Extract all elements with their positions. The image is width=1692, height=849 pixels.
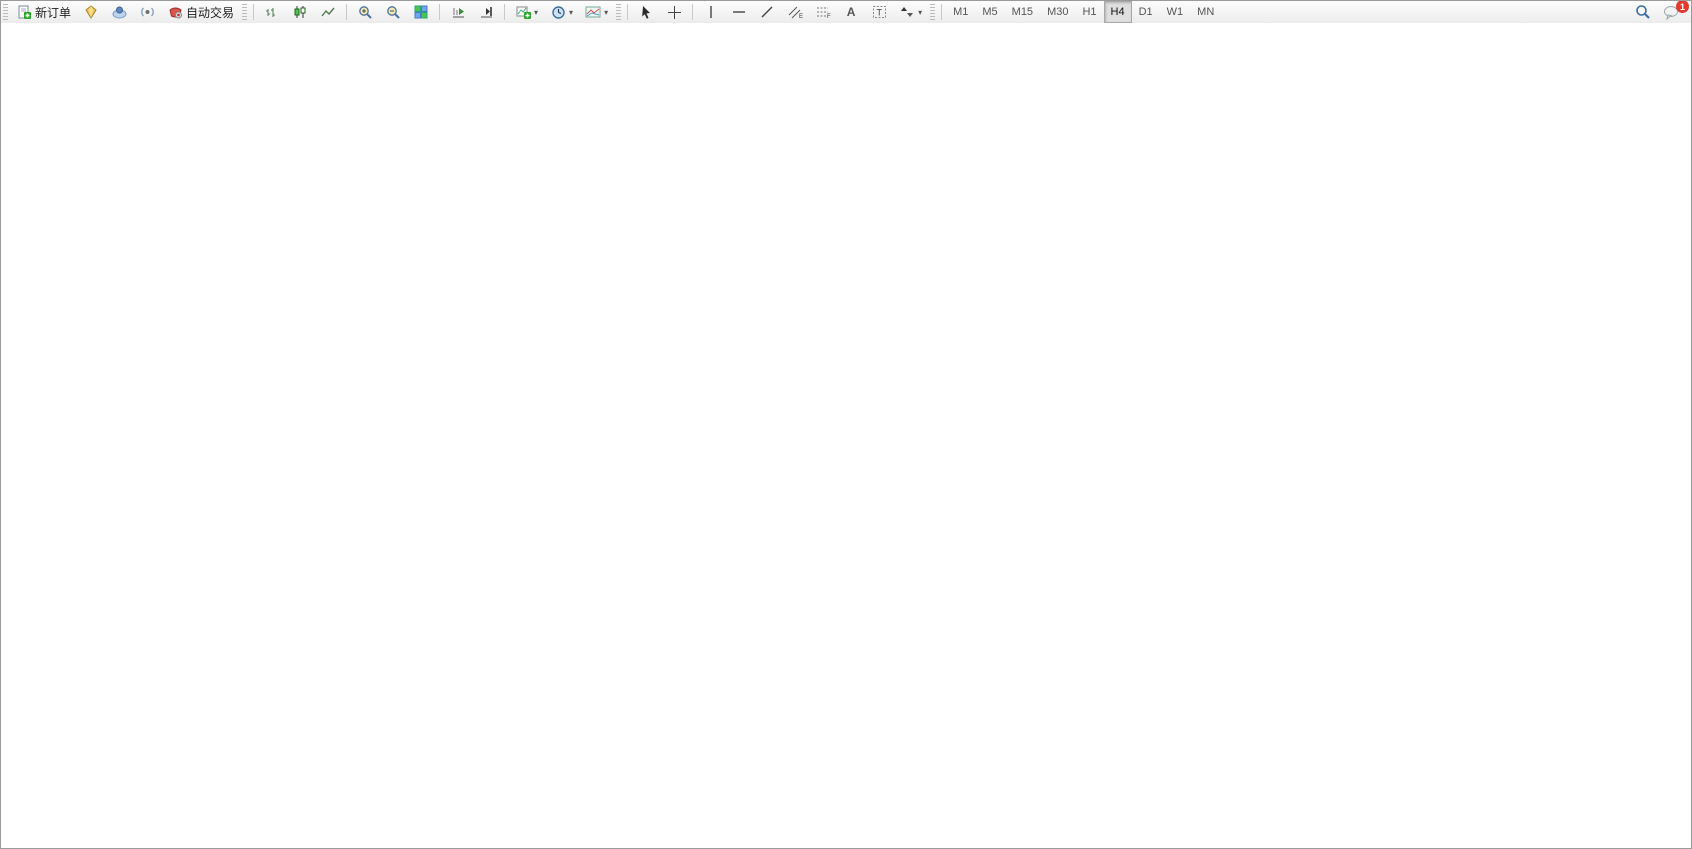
crosshair-button[interactable]	[661, 3, 687, 21]
chat-badge: 1	[1676, 0, 1689, 13]
zoom-out-icon	[385, 4, 401, 20]
cloud-person-icon	[111, 4, 127, 20]
timeframe-button-m1[interactable]: M1	[946, 1, 975, 23]
new-order-icon	[16, 4, 32, 20]
bar-chart-button[interactable]	[259, 3, 285, 21]
auto-trading-button[interactable]: 自动交易	[162, 3, 239, 21]
fibonacci-button[interactable]: F	[810, 3, 836, 21]
arrows-button[interactable]: ▾	[894, 3, 927, 21]
timeframe-button-m15[interactable]: M15	[1005, 1, 1040, 23]
indicators-icon	[515, 4, 531, 20]
dropdown-caret-icon: ▾	[918, 8, 922, 17]
clock-icon	[550, 4, 566, 20]
horizontal-line-button[interactable]	[726, 3, 752, 21]
timeframe-button-m5[interactable]: M5	[975, 1, 1004, 23]
main-toolbar: 新订单 自动交易 ▾ ▾ ▾	[1, 1, 1691, 24]
vertical-line-icon	[703, 4, 719, 20]
line-chart-button[interactable]	[315, 3, 341, 21]
trendline-icon	[759, 4, 775, 20]
zoom-out-button[interactable]	[380, 3, 406, 21]
gem-icon	[83, 4, 99, 20]
chart-shift-icon	[478, 4, 494, 20]
template-icon	[585, 4, 601, 20]
auto-scroll-icon	[450, 4, 466, 20]
auto-trading-label: 自动交易	[186, 4, 234, 21]
candlestick-icon	[292, 4, 308, 20]
timeframe-button-d1[interactable]: D1	[1132, 1, 1160, 23]
toolbar-grip[interactable]	[3, 4, 8, 20]
dropdown-caret-icon: ▾	[569, 8, 573, 17]
fibonacci-icon: F	[815, 4, 831, 20]
svg-text:E: E	[799, 14, 803, 19]
periods-button[interactable]: ▾	[545, 3, 578, 21]
cursor-button[interactable]	[633, 3, 659, 21]
chat-button[interactable]: 1	[1658, 3, 1684, 21]
timeframe-bar: M1M5M15M30H1H4D1W1MN	[946, 1, 1221, 23]
horizontal-line-icon	[731, 4, 747, 20]
tile-windows-button[interactable]	[408, 3, 434, 21]
zoom-in-button[interactable]	[352, 3, 378, 21]
text-label-icon: T	[871, 4, 887, 20]
signals-button[interactable]	[134, 3, 160, 21]
equidistant-channel-button[interactable]: E	[782, 3, 808, 21]
line-chart-icon	[320, 4, 336, 20]
timeframe-button-h1[interactable]: H1	[1075, 1, 1103, 23]
templates-button[interactable]: ▾	[580, 3, 613, 21]
cursor-arrow-icon	[638, 4, 654, 20]
arrows-icon	[899, 4, 915, 20]
timeframe-button-w1[interactable]: W1	[1160, 1, 1191, 23]
timeframe-button-m30[interactable]: M30	[1040, 1, 1075, 23]
tile-windows-icon	[413, 4, 429, 20]
search-button[interactable]	[1630, 3, 1656, 21]
candlestick-chart-button[interactable]	[287, 3, 313, 21]
terminal-window: 新订单 自动交易 ▾ ▾ ▾	[0, 0, 1692, 849]
new-order-label: 新订单	[35, 4, 71, 21]
search-icon	[1635, 4, 1651, 20]
chart-canvas[interactable]	[1, 23, 1692, 849]
text-button[interactable]: A	[838, 3, 864, 21]
chart-shift-button[interactable]	[473, 3, 499, 21]
crosshair-icon	[666, 4, 682, 20]
community-button[interactable]	[106, 3, 132, 21]
trendline-button[interactable]	[754, 3, 780, 21]
text-label-button[interactable]: T	[866, 3, 892, 21]
auto-trading-icon	[167, 4, 183, 20]
toolbar-grip[interactable]	[242, 4, 247, 20]
timeframe-button-mn[interactable]: MN	[1190, 1, 1221, 23]
toolbar-grip[interactable]	[930, 4, 935, 20]
auto-scroll-button[interactable]	[445, 3, 471, 21]
toolbar-grip[interactable]	[616, 4, 621, 20]
bar-chart-icon	[264, 4, 280, 20]
dropdown-caret-icon: ▾	[534, 8, 538, 17]
mql5-market-button[interactable]	[78, 3, 104, 21]
dropdown-caret-icon: ▾	[604, 8, 608, 17]
text-icon: A	[843, 4, 859, 20]
zoom-in-icon	[357, 4, 373, 20]
timeframe-button-h4[interactable]: H4	[1104, 1, 1132, 23]
new-order-button[interactable]: 新订单	[11, 3, 76, 21]
channel-icon: E	[787, 4, 803, 20]
vertical-line-button[interactable]	[698, 3, 724, 21]
indicators-button[interactable]: ▾	[510, 3, 543, 21]
broadcast-icon	[139, 4, 155, 20]
svg-text:F: F	[827, 14, 831, 19]
svg-text:T: T	[876, 8, 882, 18]
